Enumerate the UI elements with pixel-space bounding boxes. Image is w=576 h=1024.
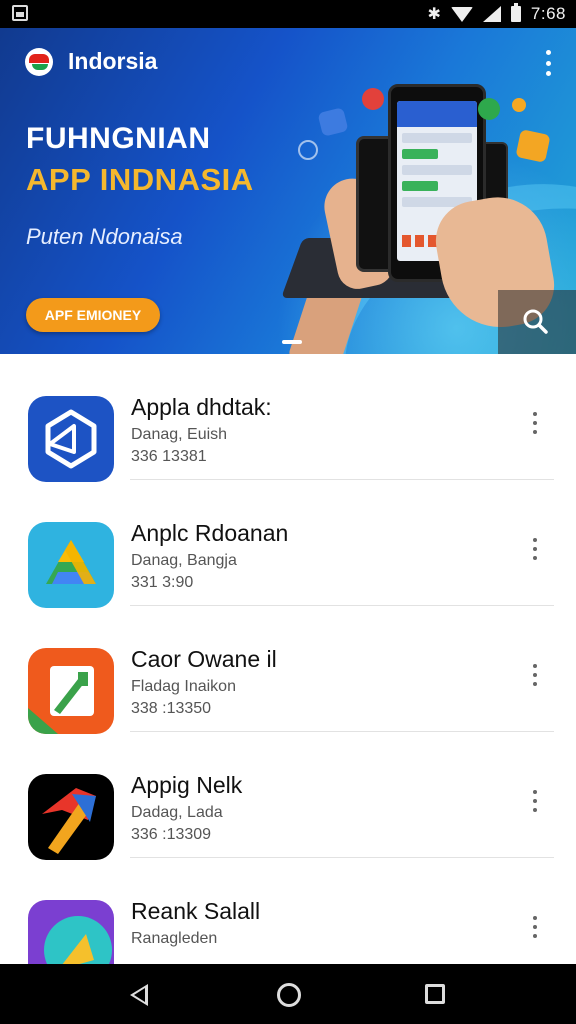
navigation-bar <box>0 964 576 1024</box>
app-developer: Danag, Euish <box>131 426 228 443</box>
hero-title-line2: APP INDNASIA <box>26 162 254 197</box>
brand-name: Indorsia <box>68 48 158 74</box>
back-icon[interactable] <box>130 984 148 1006</box>
app-meta: 336 :13309 <box>131 826 212 843</box>
list-item[interactable]: Caor Owane il Fladag Inaikon 338 :13350 <box>0 606 576 734</box>
app-bubble-icon <box>362 88 384 110</box>
app-name: Caor Owane il <box>131 646 277 672</box>
app-developer: Danag, Bangja <box>131 552 237 569</box>
photo-icon <box>12 5 28 21</box>
more-vert-icon[interactable] <box>532 412 538 434</box>
more-vert-icon[interactable] <box>532 790 538 812</box>
app-bubble-icon <box>298 140 318 160</box>
cube-app-icon <box>28 396 114 482</box>
app-meta: 331 3:90 <box>131 574 194 591</box>
status-bar: ✱ 7:68 <box>0 0 576 28</box>
list-item[interactable]: Appla dhdtak: Danag, Euish 336 13381 <box>0 354 576 482</box>
search-icon <box>523 309 548 334</box>
app-bubble-icon <box>512 98 526 112</box>
wifi-icon <box>450 6 473 22</box>
app-name: Reank Salall <box>131 898 261 924</box>
more-vert-icon[interactable] <box>544 50 552 76</box>
app-bubble-icon <box>478 98 500 120</box>
triangle-app-icon <box>28 522 114 608</box>
list-item[interactable]: Anplc Rdoanan Danag, Bangja 331 3:90 <box>0 480 576 608</box>
brand-logo <box>25 48 53 76</box>
bluetooth-icon: ✱ <box>427 6 441 23</box>
clock: 7:68 <box>530 4 566 23</box>
folder-app-icon <box>28 648 114 734</box>
list-item[interactable]: Appig Nelk Dadag, Lada 336 :13309 <box>0 732 576 860</box>
app-name: Appig Nelk <box>131 772 243 798</box>
app-name: Appla dhdtak: <box>131 394 272 420</box>
app-meta: 338 :13350 <box>131 700 212 717</box>
recents-icon[interactable] <box>425 984 445 1004</box>
app-bubble-icon <box>317 107 349 137</box>
search-button[interactable] <box>498 290 576 354</box>
arrow-app-icon <box>28 774 114 860</box>
hero-banner[interactable]: Indorsia FUHNGNIAN APP INDNASIA Puten Nd… <box>0 28 576 354</box>
app-list: Appla dhdtak: Danag, Euish 336 13381 Anp… <box>0 354 576 986</box>
app-developer: Dadag, Lada <box>131 804 223 821</box>
signal-icon <box>482 6 501 22</box>
hero-cta-button[interactable]: APF EMIONEY <box>26 298 160 332</box>
hero-title-line1: FUHNGNIAN <box>26 122 211 155</box>
app-name: Anplc Rdoanan <box>131 520 289 546</box>
app-meta: 336 13381 <box>131 448 207 465</box>
carousel-indicator <box>282 340 302 344</box>
app-bubble-icon <box>515 129 551 163</box>
battery-icon <box>510 3 521 22</box>
more-vert-icon[interactable] <box>532 664 538 686</box>
app-developer: Fladag Inaikon <box>131 678 236 695</box>
more-vert-icon[interactable] <box>532 916 538 938</box>
home-icon[interactable] <box>277 983 301 1007</box>
more-vert-icon[interactable] <box>532 538 538 560</box>
app-developer: Ranagleden <box>131 930 218 947</box>
hero-subtitle: Puten Ndonaisa <box>26 224 183 249</box>
